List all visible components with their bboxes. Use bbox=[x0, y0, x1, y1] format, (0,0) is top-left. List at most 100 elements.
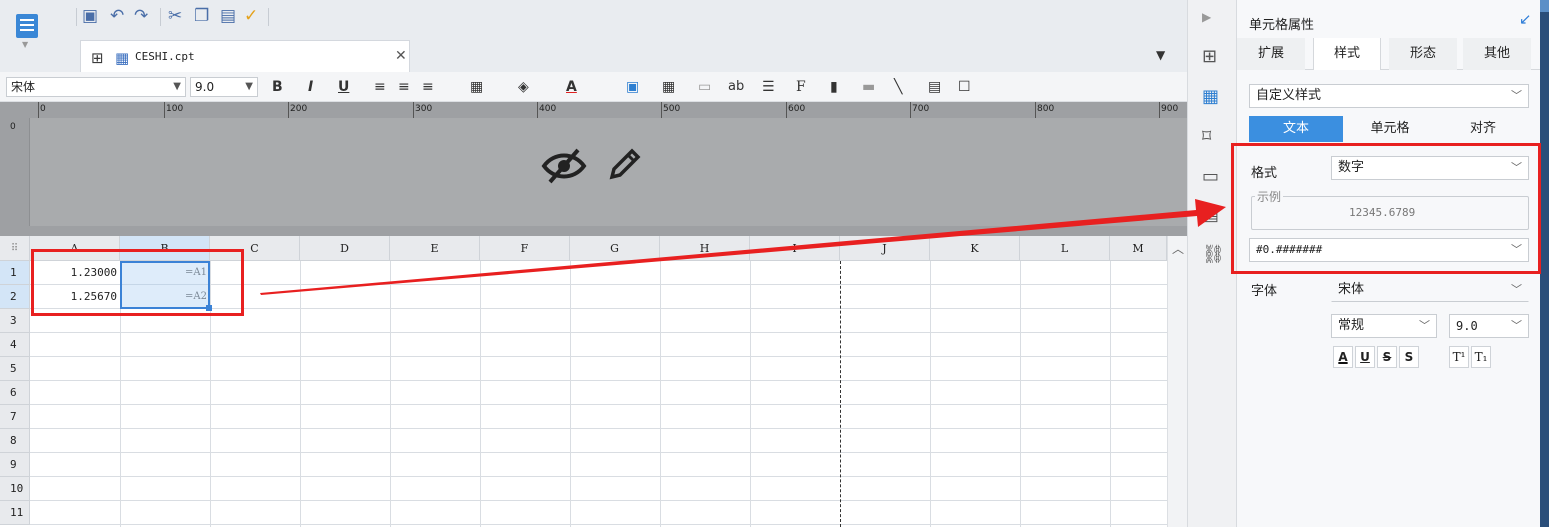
ruler-tick bbox=[661, 102, 662, 118]
strikethrough-button[interactable]: S bbox=[1377, 346, 1397, 368]
tab-menu-icon[interactable]: ▼ bbox=[1156, 48, 1165, 62]
richtext-icon[interactable]: ☰ bbox=[762, 78, 775, 96]
column-header[interactable]: F bbox=[480, 236, 570, 261]
undo-icon[interactable]: ↶ bbox=[110, 6, 124, 26]
pencil-icon[interactable] bbox=[604, 145, 644, 185]
row-header[interactable]: 7 bbox=[0, 405, 30, 429]
picture-icon[interactable]: ▬ bbox=[862, 78, 875, 96]
italic-button[interactable]: I bbox=[308, 78, 313, 96]
row-header[interactable]: 10 bbox=[0, 477, 30, 501]
grid-line bbox=[30, 380, 1167, 381]
dock-icon[interactable]: ↙ bbox=[1519, 10, 1532, 28]
element-frame-icon[interactable]: ⌑ bbox=[1202, 126, 1211, 147]
subtab-align[interactable]: 对齐 bbox=[1437, 116, 1529, 142]
ruler-label: 0 bbox=[40, 104, 46, 114]
text-widget-button[interactable]: ab bbox=[728, 78, 744, 96]
subreport-icon[interactable]: ▤ bbox=[928, 78, 941, 96]
row-header[interactable]: 2 bbox=[0, 285, 30, 309]
font-size-select-panel[interactable]: 9.0 ﹀ bbox=[1449, 314, 1529, 338]
grid-line bbox=[30, 452, 1167, 453]
grid-line bbox=[570, 261, 571, 527]
column-header[interactable]: L bbox=[1020, 236, 1110, 261]
grid-line bbox=[300, 261, 301, 527]
cell-attribute-icon[interactable]: ▦ bbox=[1202, 86, 1219, 107]
column-header[interactable]: I bbox=[750, 236, 840, 261]
shadow-button[interactable]: S bbox=[1399, 346, 1419, 368]
widget-icon[interactable]: ▭ bbox=[1202, 166, 1219, 187]
textbox-icon[interactable]: ▭ bbox=[698, 78, 711, 96]
frame-icon[interactable]: ☐ bbox=[958, 78, 971, 96]
column-header[interactable]: K bbox=[930, 236, 1020, 261]
border-icon[interactable]: ▦ bbox=[470, 78, 483, 96]
font-size-select[interactable]: 9.0 ▼ bbox=[190, 77, 258, 97]
cell-expand-icon[interactable]: ⊞ bbox=[1202, 46, 1217, 67]
insert-image-icon[interactable]: ▣ bbox=[626, 78, 639, 96]
align-center-icon[interactable]: ≡ bbox=[398, 78, 410, 96]
column-header[interactable]: J bbox=[840, 236, 930, 261]
font-color-icon[interactable]: A bbox=[566, 78, 577, 96]
align-left-icon[interactable]: ≡ bbox=[374, 78, 386, 96]
ruler-label: 600 bbox=[788, 104, 806, 114]
style-preset-select[interactable]: 自定义样式 ﹀ bbox=[1249, 84, 1529, 108]
collapse-arrow-icon[interactable]: ▶ bbox=[1202, 10, 1211, 24]
style-sub-tabs: 文本 单元格 对齐 bbox=[1249, 116, 1529, 142]
bold-button[interactable]: B bbox=[272, 78, 283, 96]
column-header[interactable]: G bbox=[570, 236, 660, 261]
link-icon[interactable]: ⛓ bbox=[1202, 244, 1225, 265]
select-all-corner[interactable]: ⠿ bbox=[0, 236, 30, 261]
font-style-select[interactable]: 常规 ﹀ bbox=[1331, 314, 1437, 338]
row-header[interactable]: 11 bbox=[0, 501, 30, 525]
copy-icon[interactable]: ❐ bbox=[194, 6, 209, 26]
cut-icon[interactable]: ✂ bbox=[168, 6, 182, 26]
paste-icon[interactable]: ▤ bbox=[220, 6, 236, 26]
ruler-label: 800 bbox=[1037, 104, 1055, 114]
row-header[interactable]: 4 bbox=[0, 333, 30, 357]
row-header[interactable]: 8 bbox=[0, 429, 30, 453]
row-header[interactable]: 1 bbox=[0, 261, 30, 285]
font-value: 宋体 bbox=[1338, 282, 1365, 297]
file-tab[interactable]: ⊞ ▦ CESHI.cpt ✕ bbox=[80, 40, 410, 72]
vertical-scrollbar[interactable]: ︿ bbox=[1167, 236, 1187, 527]
column-header[interactable]: D bbox=[300, 236, 390, 261]
chart-icon[interactable]: ▮ bbox=[830, 78, 838, 96]
table-icon[interactable]: ▦ bbox=[662, 78, 675, 96]
chevron-down-icon: ▼ bbox=[245, 81, 253, 92]
redo-icon[interactable]: ↷ bbox=[134, 6, 148, 26]
tab-style[interactable]: 样式 bbox=[1313, 38, 1381, 70]
row-header[interactable]: 6 bbox=[0, 381, 30, 405]
font-family-select[interactable]: 宋体 ▼ bbox=[6, 77, 186, 97]
app-logo-icon bbox=[16, 14, 38, 38]
column-header[interactable]: H bbox=[660, 236, 750, 261]
column-header[interactable]: M bbox=[1110, 236, 1167, 261]
eye-off-icon[interactable] bbox=[540, 146, 588, 186]
save-icon[interactable]: ▣ bbox=[82, 6, 98, 26]
subscript-button[interactable]: T₁ bbox=[1471, 346, 1491, 368]
row-header[interactable]: 5 bbox=[0, 357, 30, 381]
formula-icon[interactable]: F bbox=[796, 78, 806, 96]
close-icon[interactable]: ✕ bbox=[395, 48, 407, 64]
grid-line bbox=[750, 261, 751, 527]
superscript-button[interactable]: T¹ bbox=[1449, 346, 1469, 368]
row-header[interactable]: 9 bbox=[0, 453, 30, 477]
font-color-button[interactable]: A bbox=[1333, 346, 1353, 368]
column-header[interactable]: E bbox=[390, 236, 480, 261]
app-menu[interactable]: ▼ bbox=[0, 0, 72, 72]
subtab-cell[interactable]: 单元格 bbox=[1343, 116, 1437, 142]
fill-color-icon[interactable]: ◈ bbox=[518, 78, 529, 96]
grid-line bbox=[1020, 261, 1021, 527]
property-rail: ▶ ⊞ ▦ ⌑ ▭ ▤ ⛓ bbox=[1187, 0, 1237, 527]
underline-button[interactable]: U bbox=[338, 78, 349, 96]
tab-expand[interactable]: 扩展 bbox=[1237, 38, 1305, 70]
font-select[interactable]: 宋体 ﹀ bbox=[1331, 278, 1529, 302]
row-header[interactable]: 3 bbox=[0, 309, 30, 333]
align-right-icon[interactable]: ≡ bbox=[422, 78, 434, 96]
format-painter-icon[interactable]: ✓ bbox=[244, 6, 258, 26]
tab-other[interactable]: 其他 bbox=[1463, 38, 1531, 70]
underline-button-panel[interactable]: U bbox=[1355, 346, 1375, 368]
slash-icon[interactable]: ╲ bbox=[894, 78, 902, 96]
stack-icon[interactable]: ▤ bbox=[1202, 204, 1219, 225]
grid-line bbox=[30, 476, 1167, 477]
tab-form[interactable]: 形态 bbox=[1389, 38, 1457, 70]
chevron-up-icon[interactable]: ︿ bbox=[1172, 240, 1184, 257]
subtab-text[interactable]: 文本 bbox=[1249, 116, 1343, 142]
